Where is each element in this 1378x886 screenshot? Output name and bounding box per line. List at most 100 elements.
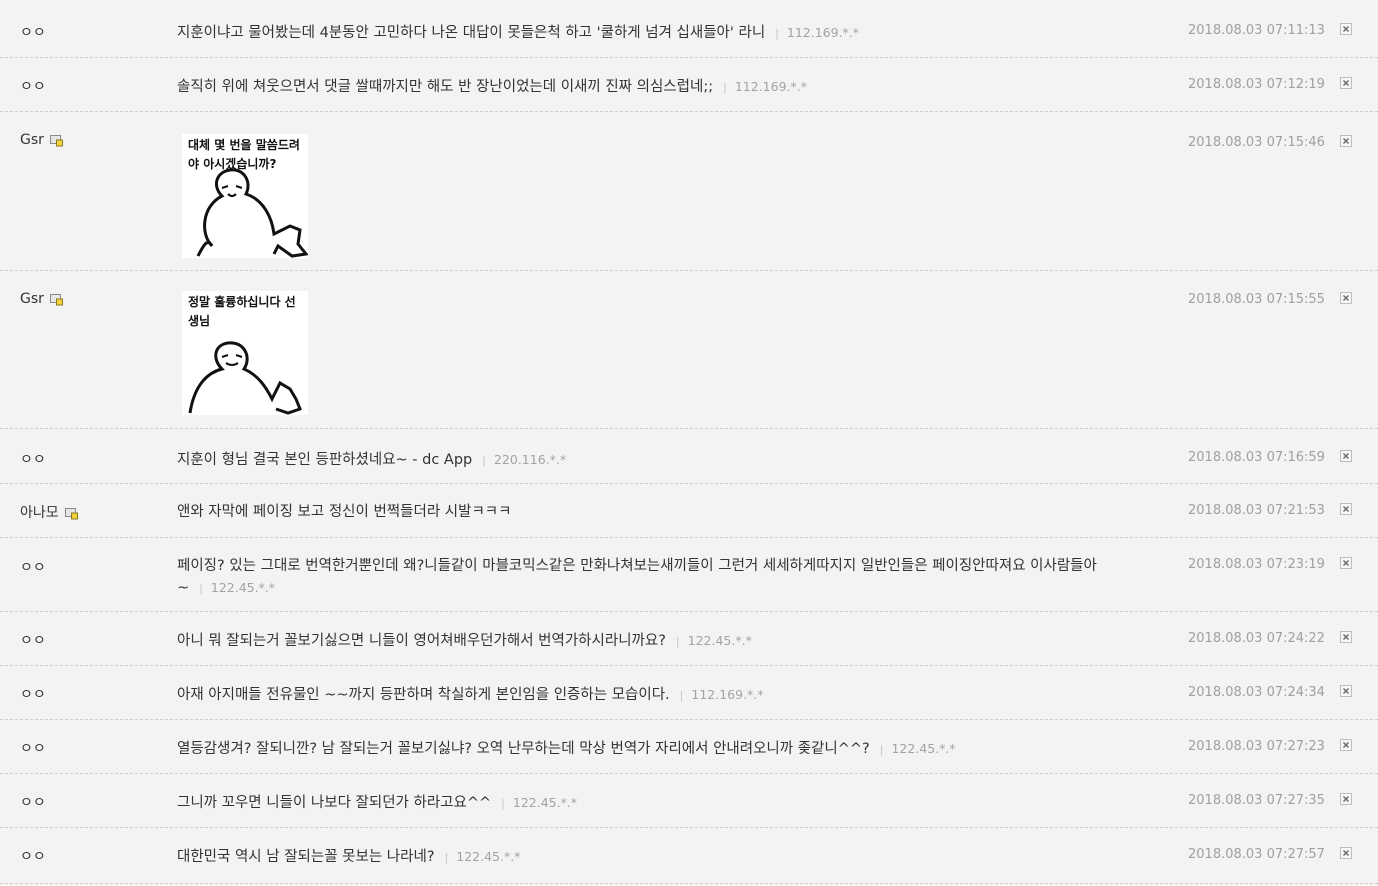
- comment-author[interactable]: ㅇㅇ: [20, 557, 46, 577]
- comment-row: ㅇㅇ 아니 뭐 잘되는거 꼴보기싫으면 니들이 영어쳐배우던가해서 번역가하시라…: [0, 612, 1378, 666]
- delete-button[interactable]: [1340, 77, 1352, 89]
- comment-text: 아재 아지매들 전유물인 ~~까지 등판하며 착실하게 본인임을 인증하는 모습…: [177, 687, 670, 703]
- comment-row: ㅇㅇ 열등감생겨? 잘되니깐? 남 잘되는거 꼴보기싫냐? 오역 난무하는데 막…: [0, 720, 1378, 774]
- separator: |: [775, 27, 779, 40]
- member-badge-icon: [49, 135, 63, 147]
- comment-ip: 220.116.*.*: [493, 452, 567, 467]
- close-icon: [1343, 796, 1349, 802]
- delete-button[interactable]: [1340, 847, 1352, 859]
- close-icon: [1343, 560, 1349, 566]
- comment-ip: 122.45.*.*: [687, 633, 752, 648]
- close-icon: [1343, 688, 1349, 694]
- comment-body: 앤와 자막에 페이징 보고 정신이 번쩍들더라 시발ㅋㅋㅋ: [177, 502, 1162, 523]
- comment-ip: 122.45.*.*: [456, 849, 521, 864]
- comment-body: 그니까 꼬우면 니들이 나보다 잘되던가 하라고요^^ | 122.45.*.*: [177, 792, 1162, 814]
- close-icon: [1343, 138, 1349, 144]
- comment-date: 2018.08.03 07:15:55: [1188, 292, 1325, 307]
- comment-date: 2018.08.03 07:27:35: [1188, 793, 1325, 808]
- comment-author[interactable]: ㅇㅇ: [20, 22, 46, 42]
- comment-row: ㅇㅇ 페이징? 있는 그대로 번역한거뿐인데 왜?니들같이 마블코믹스같은 만화…: [0, 538, 1378, 612]
- separator: |: [723, 81, 727, 94]
- comment-author[interactable]: ㅇㅇ: [20, 846, 46, 866]
- comment-body: 페이징? 있는 그대로 번역한거뿐인데 왜?니들같이 마블코믹스같은 만화나쳐보…: [177, 556, 1162, 599]
- comment-author[interactable]: ㅇㅇ: [20, 630, 46, 650]
- close-icon: [1343, 850, 1349, 856]
- close-icon: [1343, 506, 1349, 512]
- comment-author[interactable]: ㅇㅇ: [20, 792, 46, 812]
- comment-text: 대한민국 역시 남 잘되는꼴 못보는 나라네?: [177, 849, 435, 865]
- separator: |: [879, 743, 884, 756]
- comment-author[interactable]: ㅇㅇ: [20, 76, 46, 96]
- comment-author[interactable]: ㅇㅇ: [20, 449, 46, 469]
- separator: |: [679, 689, 684, 702]
- delete-button[interactable]: [1340, 793, 1352, 805]
- comment-text: 아니 뭐 잘되는거 꼴보기싫으면 니들이 영어쳐배우던가해서 번역가하시라니까요…: [177, 633, 666, 649]
- member-badge-icon: [49, 294, 63, 306]
- delete-button[interactable]: [1340, 135, 1352, 147]
- comment-body: 대한민국 역시 남 잘되는꼴 못보는 나라네? | 122.45.*.*: [177, 846, 1162, 868]
- separator: |: [444, 851, 449, 864]
- comment-row: ㅇㅇ 솔직히 위에 쳐웃으면서 댓글 쌀때까지만 해도 반 장난이었는데 이새끼…: [0, 58, 1378, 112]
- separator: |: [482, 454, 486, 467]
- comment-date: 2018.08.03 07:15:46: [1188, 135, 1325, 150]
- delete-button[interactable]: [1340, 450, 1352, 462]
- comment-author[interactable]: ㅇㅇ: [20, 684, 46, 704]
- comment-text: 앤와 자막에 페이징 보고 정신이 번쩍들더라 시발ㅋㅋㅋ: [177, 504, 512, 520]
- delete-button[interactable]: [1340, 685, 1352, 697]
- comment-text: 열등감생겨? 잘되니깐? 남 잘되는거 꼴보기싫냐? 오역 난무하는데 막상 번…: [177, 741, 870, 757]
- delete-button[interactable]: [1340, 631, 1352, 643]
- comment-ip: 112.169.*.*: [691, 687, 764, 702]
- comment-list: ㅇㅇ 지훈이냐고 물어봤는데 4분동안 고민하다 나온 대답이 못들은척 하고 …: [0, 0, 1378, 884]
- comment-body: 아니 뭐 잘되는거 꼴보기싫으면 니들이 영어쳐배우던가해서 번역가하시라니까요…: [177, 630, 1162, 652]
- comment-date: 2018.08.03 07:21:53: [1188, 503, 1325, 518]
- comment-date: 2018.08.03 07:27:57: [1188, 847, 1325, 862]
- sticker-wrap: 대체 몇 번을 말씀드려야 아시겠습니까?: [182, 134, 1167, 258]
- comment-row: ㅇㅇ 지훈이냐고 물어봤는데 4분동안 고민하다 나온 대답이 못들은척 하고 …: [0, 0, 1378, 58]
- sticker-image: 정말 훌륭하십니다 선생님: [182, 291, 308, 415]
- delete-button[interactable]: [1340, 292, 1352, 304]
- separator: |: [501, 797, 505, 810]
- comment-author[interactable]: 아나모: [20, 502, 78, 522]
- comment-text: 지훈이냐고 물어봤는데 4분동안 고민하다 나온 대답이 못들은척 하고 '쿨하…: [177, 25, 766, 41]
- comment-date: 2018.08.03 07:11:13: [1188, 23, 1325, 38]
- comment-body: 솔직히 위에 쳐웃으면서 댓글 쌀때까지만 해도 반 장난이었는데 이새끼 진짜…: [177, 76, 1162, 98]
- comment-text: 지훈이 형님 결국 본인 등판하셨네요~ - dc App: [177, 452, 473, 468]
- comment-date: 2018.08.03 07:12:19: [1188, 77, 1325, 92]
- comment-body: 지훈이 형님 결국 본인 등판하셨네요~ - dc App | 220.116.*.…: [177, 449, 1162, 471]
- comment-ip: 122.45.*.*: [891, 741, 956, 756]
- comment-ip: 112.169.*.*: [786, 25, 860, 40]
- sticker-caption: 대체 몇 번을 말씀드려야 아시겠습니까?: [188, 138, 300, 171]
- comment-author[interactable]: ㅇㅇ: [20, 738, 46, 758]
- comment-row: ㅇㅇ 아재 아지매들 전유물인 ~~까지 등판하며 착실하게 본인임을 인증하는…: [0, 666, 1378, 720]
- comment-date: 2018.08.03 07:27:23: [1188, 739, 1325, 754]
- close-icon: [1343, 634, 1349, 640]
- sticker-caption: 정말 훌륭하십니다 선생님: [188, 295, 296, 328]
- comment-ip: 112.169.*.*: [734, 79, 807, 94]
- close-icon: [1343, 742, 1349, 748]
- separator: |: [199, 582, 203, 595]
- comment-row: Gsr 정말 훌륭하십니다 선생님 2018.08.03 07:15:55: [0, 271, 1378, 429]
- delete-button[interactable]: [1340, 503, 1352, 515]
- delete-button[interactable]: [1340, 557, 1352, 569]
- comment-ip: 122.45.*.*: [512, 795, 578, 810]
- comment-date: 2018.08.03 07:24:22: [1188, 631, 1325, 646]
- comment-row: ㅇㅇ 지훈이 형님 결국 본인 등판하셨네요~ - dc App | 220.116…: [0, 429, 1378, 484]
- comment-text: 페이징? 있는 그대로 번역한거뿐인데 왜?니들같이 마블코믹스같은 만화나쳐보…: [177, 558, 1097, 596]
- close-icon: [1343, 26, 1349, 32]
- sticker-image: 대체 몇 번을 말씀드려야 아시겠습니까?: [182, 134, 308, 258]
- comment-body: 아재 아지매들 전유물인 ~~까지 등판하며 착실하게 본인임을 인증하는 모습…: [177, 684, 1162, 706]
- comment-ip: 122.45.*.*: [210, 580, 276, 595]
- delete-button[interactable]: [1340, 23, 1352, 35]
- comment-text: 솔직히 위에 쳐웃으면서 댓글 쌀때까지만 해도 반 장난이었는데 이새끼 진짜…: [177, 79, 714, 95]
- comment-author[interactable]: Gsr: [20, 132, 63, 148]
- comment-text: 그니까 꼬우면 니들이 나보다 잘되던가 하라고요^^: [177, 795, 492, 811]
- close-icon: [1343, 295, 1349, 301]
- comment-author[interactable]: Gsr: [20, 291, 63, 307]
- comment-date: 2018.08.03 07:24:34: [1188, 685, 1325, 700]
- comment-date: 2018.08.03 07:23:19: [1188, 557, 1325, 572]
- comment-body: 지훈이냐고 물어봤는데 4분동안 고민하다 나온 대답이 못들은척 하고 '쿨하…: [177, 22, 1162, 44]
- close-icon: [1343, 80, 1349, 86]
- delete-button[interactable]: [1340, 739, 1352, 751]
- comment-row: ㅇㅇ 그니까 꼬우면 니들이 나보다 잘되던가 하라고요^^ | 122.45.*.…: [0, 774, 1378, 828]
- comment-date: 2018.08.03 07:16:59: [1188, 450, 1325, 465]
